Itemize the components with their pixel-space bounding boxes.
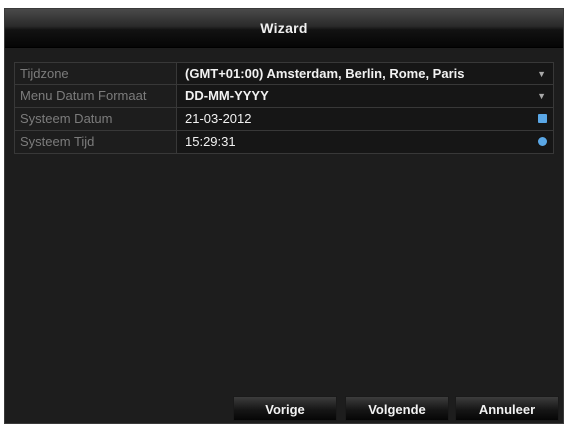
clock-icon[interactable] (538, 137, 547, 146)
timezone-select[interactable]: (GMT+01:00) Amsterdam, Berlin, Rome, Par… (177, 63, 553, 84)
wizard-window: Wizard Tijdzone (GMT+01:00) Amsterdam, B… (4, 8, 564, 424)
calendar-icon[interactable] (538, 114, 547, 123)
window-title: Wizard (260, 20, 308, 36)
title-bar: Wizard (5, 9, 563, 48)
chevron-down-icon[interactable]: ▼ (537, 63, 546, 84)
next-button[interactable]: Volgende (345, 396, 449, 421)
system-time-label: Systeem Tijd (15, 131, 177, 153)
timezone-label: Tijdzone (15, 63, 177, 84)
date-format-value: DD-MM-YYYY (185, 88, 269, 103)
previous-button[interactable]: Vorige (233, 396, 337, 421)
system-date-value: 21-03-2012 (185, 111, 252, 126)
date-format-row: Menu Datum Formaat DD-MM-YYYY ▼ (14, 85, 554, 108)
system-time-value: 15:29:31 (185, 134, 236, 149)
timezone-row: Tijdzone (GMT+01:00) Amsterdam, Berlin, … (14, 62, 554, 85)
settings-form: Tijdzone (GMT+01:00) Amsterdam, Berlin, … (14, 62, 554, 154)
date-format-select[interactable]: DD-MM-YYYY ▼ (177, 85, 553, 107)
system-date-label: Systeem Datum (15, 108, 177, 130)
date-format-label: Menu Datum Formaat (15, 85, 177, 107)
cancel-button[interactable]: Annuleer (455, 396, 559, 421)
system-time-field[interactable]: 15:29:31 (177, 131, 553, 153)
system-date-row: Systeem Datum 21-03-2012 (14, 108, 554, 131)
system-date-field[interactable]: 21-03-2012 (177, 108, 553, 130)
timezone-value: (GMT+01:00) Amsterdam, Berlin, Rome, Par… (185, 66, 465, 81)
chevron-down-icon[interactable]: ▼ (537, 85, 546, 107)
system-time-row: Systeem Tijd 15:29:31 (14, 131, 554, 154)
